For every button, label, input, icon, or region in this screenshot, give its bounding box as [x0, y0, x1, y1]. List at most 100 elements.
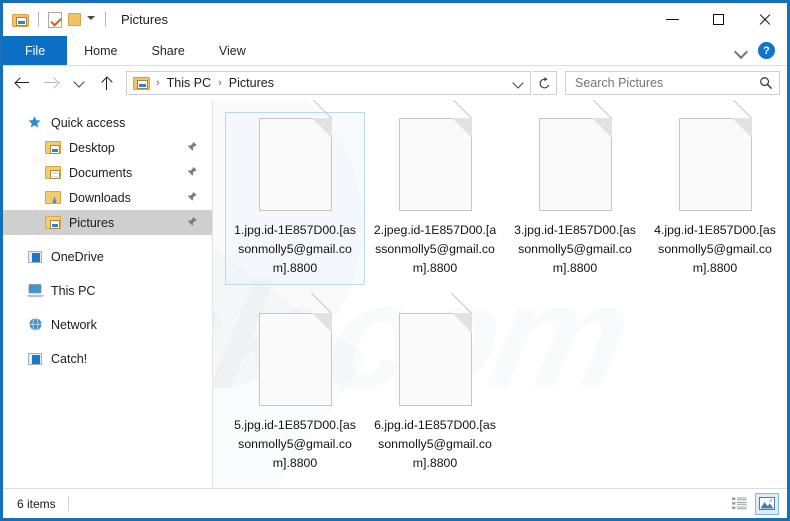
item-count-label: 6 items	[17, 497, 56, 511]
breadcrumb-separator-1: ›	[214, 77, 226, 89]
view-toggle-group	[727, 493, 779, 515]
chevron-down-icon	[73, 77, 85, 89]
up-button[interactable]	[94, 70, 120, 96]
arrow-up-icon	[100, 76, 114, 91]
sidebar-item-label: Network	[51, 318, 97, 332]
new-folder-icon[interactable]	[68, 13, 81, 26]
toolbar-divider-2	[105, 12, 106, 27]
onedrive-icon	[27, 249, 44, 265]
maximize-button[interactable]	[695, 3, 741, 36]
minimize-button[interactable]	[649, 3, 695, 36]
file-icon	[259, 313, 332, 406]
refresh-icon	[538, 77, 551, 90]
file-name: 2.jpeg.id-1E857D00.[assonmolly5@gmail.co…	[373, 221, 497, 278]
file-icon	[399, 118, 472, 211]
sidebar-item-label: Catch!	[51, 352, 87, 366]
window-controls	[649, 3, 787, 36]
file-explorer-window: Pictures File Home Share View ? › This P…	[0, 0, 790, 521]
sidebar-item-quick-access[interactable]: Quick access	[3, 110, 212, 135]
pin-icon[interactable]	[186, 191, 198, 203]
folder-pictures-icon	[133, 76, 150, 90]
quick-access-toolbar: Pictures	[3, 12, 168, 28]
file-item[interactable]: 4.jpg.id-1E857D00.[assonmolly5@gmail.com…	[645, 112, 785, 285]
catch-icon	[27, 351, 44, 367]
file-name: 6.jpg.id-1E857D00.[assonmolly5@gmail.com…	[373, 416, 497, 473]
file-item[interactable]: 2.jpeg.id-1E857D00.[assonmolly5@gmail.co…	[365, 112, 505, 285]
window-title: Pictures	[121, 12, 168, 27]
chevron-down-icon[interactable]	[510, 72, 526, 94]
file-item[interactable]: 6.jpg.id-1E857D00.[assonmolly5@gmail.com…	[365, 307, 505, 480]
sidebar-item-label: Documents	[69, 166, 132, 180]
sidebar-item-label: Quick access	[51, 116, 125, 130]
sidebar-item-label: OneDrive	[51, 250, 104, 264]
folder-documents-icon	[45, 165, 62, 181]
customize-chevron-icon[interactable]	[87, 15, 96, 24]
breadcrumb-item-pictures[interactable]: Pictures	[226, 76, 277, 90]
this-pc-icon	[27, 283, 44, 299]
tab-share[interactable]: Share	[135, 36, 202, 65]
file-item[interactable]: 1.jpg.id-1E857D00.[assonmolly5@gmail.com…	[225, 112, 365, 285]
sidebar-item-this-pc[interactable]: This PC	[3, 278, 212, 303]
sidebar-item-catch[interactable]: Catch!	[3, 346, 212, 371]
file-icon	[399, 313, 472, 406]
large-icons-view-button[interactable]	[755, 493, 779, 515]
refresh-button[interactable]	[533, 71, 557, 95]
sidebar-item-label: Downloads	[69, 191, 131, 205]
search-box[interactable]	[565, 71, 780, 95]
arrow-left-icon	[16, 76, 30, 90]
ribbon-tab-bar-right: ?	[734, 36, 781, 65]
recent-locations-button[interactable]	[66, 70, 92, 96]
sidebar-item-pictures[interactable]: Pictures	[3, 210, 212, 235]
tab-view[interactable]: View	[202, 36, 263, 65]
pin-icon[interactable]	[186, 216, 198, 228]
breadcrumb-separator-0: ›	[152, 77, 164, 89]
status-bar: 6 items	[3, 488, 787, 518]
details-view-button[interactable]	[727, 493, 751, 515]
details-view-icon	[732, 497, 747, 510]
close-button[interactable]	[741, 3, 787, 36]
address-bar: › This PC › Pictures	[3, 66, 787, 100]
tab-file[interactable]: File	[3, 36, 67, 65]
tab-home[interactable]: Home	[67, 36, 134, 65]
folder-desktop-icon	[45, 140, 62, 156]
explorer-body: risk.com Quick access Desktop	[3, 100, 787, 488]
file-icon	[539, 118, 612, 211]
back-button[interactable]	[10, 70, 36, 96]
help-button[interactable]: ?	[758, 42, 775, 59]
network-icon	[27, 317, 44, 333]
file-item[interactable]: 3.jpg.id-1E857D00.[assonmolly5@gmail.com…	[505, 112, 645, 285]
properties-icon[interactable]	[48, 12, 62, 28]
file-icon	[259, 118, 332, 211]
search-input[interactable]	[575, 76, 759, 90]
sidebar-item-downloads[interactable]: Downloads	[3, 185, 212, 210]
toolbar-divider	[38, 12, 39, 27]
status-divider	[68, 496, 69, 511]
file-name: 5.jpg.id-1E857D00.[assonmolly5@gmail.com…	[233, 416, 357, 473]
large-icons-view-icon	[759, 497, 775, 510]
file-item[interactable]: 5.jpg.id-1E857D00.[assonmolly5@gmail.com…	[225, 307, 365, 480]
file-name: 1.jpg.id-1E857D00.[assonmolly5@gmail.com…	[233, 221, 357, 278]
file-name: 3.jpg.id-1E857D00.[assonmolly5@gmail.com…	[513, 221, 637, 278]
search-icon	[759, 76, 773, 90]
chevron-down-icon[interactable]	[734, 46, 748, 56]
file-list-pane[interactable]: 1.jpg.id-1E857D00.[assonmolly5@gmail.com…	[213, 100, 787, 488]
sidebar-item-network[interactable]: Network	[3, 312, 212, 337]
folder-pictures-icon[interactable]	[12, 13, 29, 27]
folder-pictures-icon	[45, 215, 62, 231]
sidebar-item-label: Pictures	[69, 216, 114, 230]
star-icon	[27, 115, 44, 131]
file-name: 4.jpg.id-1E857D00.[assonmolly5@gmail.com…	[653, 221, 777, 278]
folder-downloads-icon	[45, 190, 62, 206]
file-grid: 1.jpg.id-1E857D00.[assonmolly5@gmail.com…	[225, 112, 787, 488]
ribbon-tab-bar: File Home Share View ?	[3, 36, 787, 65]
pin-icon[interactable]	[186, 141, 198, 153]
breadcrumb[interactable]: › This PC › Pictures	[126, 71, 531, 95]
sidebar-item-desktop[interactable]: Desktop	[3, 135, 212, 160]
sidebar-item-label: Desktop	[69, 141, 115, 155]
sidebar-item-onedrive[interactable]: OneDrive	[3, 244, 212, 269]
sidebar-item-documents[interactable]: Documents	[3, 160, 212, 185]
breadcrumb-item-this-pc[interactable]: This PC	[164, 76, 214, 90]
forward-button[interactable]	[38, 70, 64, 96]
title-bar: Pictures	[3, 3, 787, 36]
pin-icon[interactable]	[186, 166, 198, 178]
